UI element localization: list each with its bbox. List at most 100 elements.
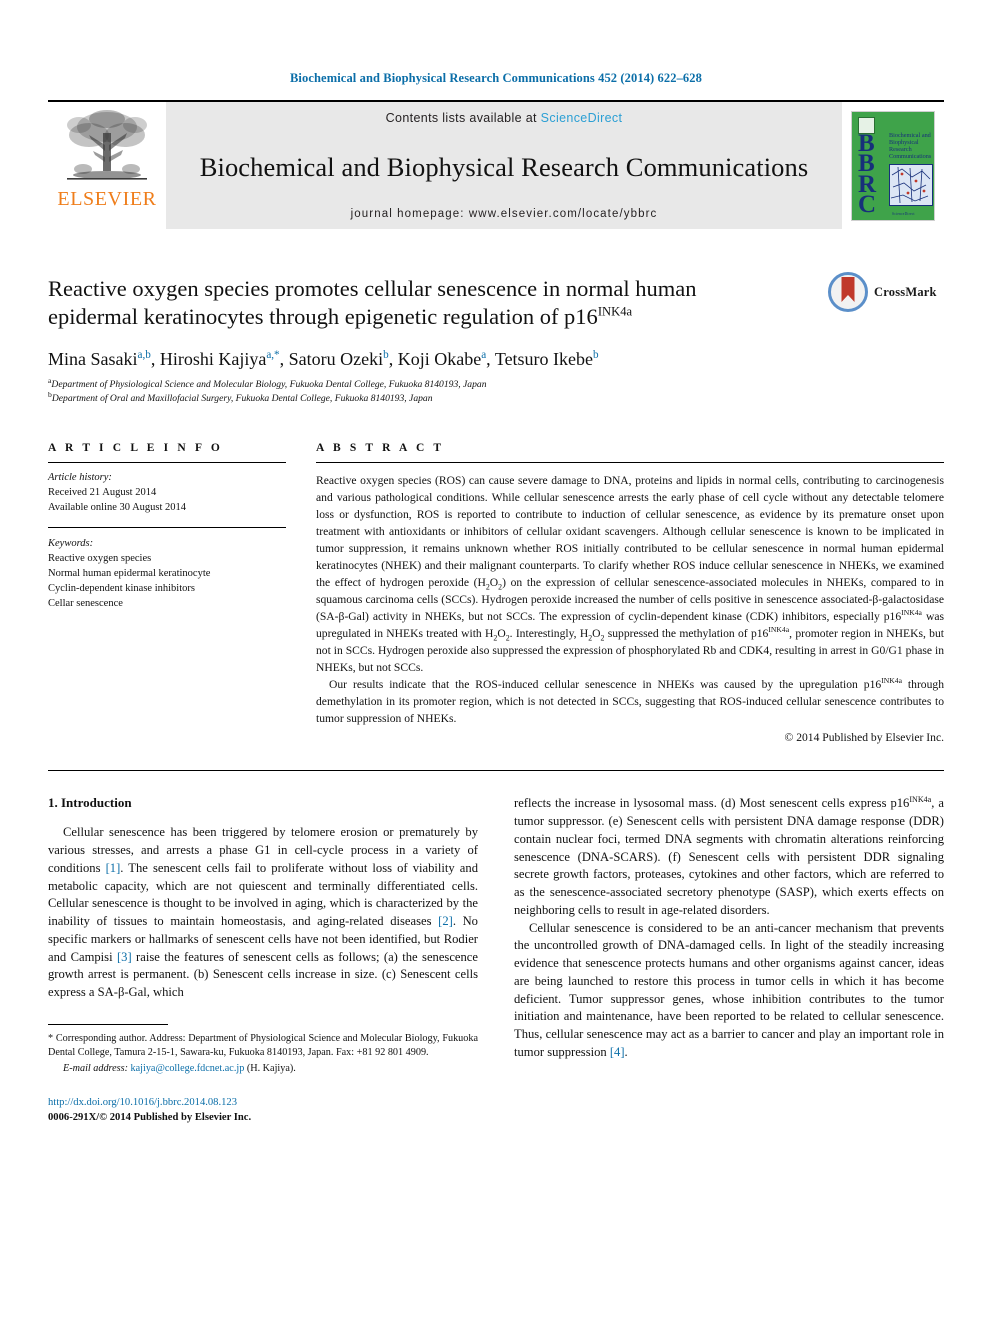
affiliation-text: Department of Physiological Science and … xyxy=(51,379,487,391)
keywords-label: Keywords: xyxy=(48,537,94,549)
abstract-text: O xyxy=(497,627,506,641)
abstract-paragraph: Our results indicate that the ROS-induce… xyxy=(316,676,944,727)
footnote-divider xyxy=(48,1023,168,1025)
journal-title: Biochemical and Biophysical Research Com… xyxy=(199,152,809,182)
section-heading-introduction: 1. Introduction xyxy=(48,795,132,811)
author-sep: , xyxy=(279,348,289,369)
abstract-sup: INK4a xyxy=(881,676,902,686)
article-info-heading: A R T I C L E I N F O xyxy=(48,441,223,454)
author-name: Hiroshi Kajiya xyxy=(159,348,267,369)
abstract-body: Reactive oxygen species (ROS) can cause … xyxy=(316,472,944,727)
corresponding-author-text: * Corresponding author. Address: Departm… xyxy=(48,1032,478,1059)
masthead-center: Contents lists available at ScienceDirec… xyxy=(166,102,842,229)
article-history-item: Available online 30 August 2014 xyxy=(48,502,187,514)
body-columns: 1. Introduction Cellular senescence has … xyxy=(48,795,944,1125)
abstract-sup: INK4a xyxy=(768,625,790,635)
crossmark-icon xyxy=(828,272,868,312)
cover-footer-text: ScienceDirect xyxy=(892,211,915,216)
title-block: Reactive oxygen species promotes cellula… xyxy=(48,272,944,332)
affiliation-item: aDepartment of Physiological Science and… xyxy=(48,377,944,392)
citation-ref[interactable]: [3] xyxy=(117,950,132,964)
author-affil-mark: a,* xyxy=(266,348,280,361)
abstract-text: suppressed the methylation of p16 xyxy=(604,627,769,641)
elsevier-logo: ELSEVIER xyxy=(48,102,166,229)
contents-prefix: Contents lists available at xyxy=(385,111,541,125)
body-column-right: reflects the increase in lysosomal mass.… xyxy=(514,795,944,1125)
issn-copyright: 0006-291X/© 2014 Published by Elsevier I… xyxy=(48,1112,252,1124)
intro-paragraph-right-1: reflects the increase in lysosomal mass.… xyxy=(514,795,944,919)
doi-link[interactable]: http://dx.doi.org/10.1016/j.bbrc.2014.08… xyxy=(48,1095,478,1110)
divider xyxy=(48,526,286,528)
abstract-copyright: © 2014 Published by Elsevier Inc. xyxy=(784,731,944,745)
abstract-text: O xyxy=(489,576,499,590)
author-name: Satoru Ozeki xyxy=(288,348,384,369)
corresponding-author-note: * Corresponding author. Address: Departm… xyxy=(48,1032,478,1061)
email-label: E-mail address: xyxy=(63,1063,128,1075)
cover-artwork xyxy=(889,163,933,206)
author-name: Tetsuro Ikebe xyxy=(494,348,594,369)
abstract-paragraph: Reactive oxygen species (ROS) can cause … xyxy=(316,472,944,676)
footnote-block: * Corresponding author. Address: Departm… xyxy=(48,1023,478,1126)
body-text: , a tumor suppressor. (e) Senescent cell… xyxy=(514,796,944,917)
body-column-left: 1. Introduction Cellular senescence has … xyxy=(48,795,478,1125)
keyword-item: Cyclin-dependent kinase inhibitors xyxy=(48,583,195,595)
author-sep: , xyxy=(150,348,160,369)
citation-ref[interactable]: [2] xyxy=(438,914,453,928)
affiliation-item: bDepartment of Oral and Maxillofacial Su… xyxy=(48,390,944,406)
contents-available-line: Contents lists available at ScienceDirec… xyxy=(386,111,623,125)
author-affil-mark: b xyxy=(593,348,599,361)
abstract-text: . Interestingly, H xyxy=(509,627,589,641)
citation-ref[interactable]: [1] xyxy=(106,861,121,875)
info-abstract-row: A R T I C L E I N F O Article history: R… xyxy=(48,442,944,744)
citation-ref[interactable]: [4] xyxy=(610,1045,625,1059)
cover-journal-title: Biochemical and Biophysical Research Com… xyxy=(889,131,932,161)
article-history-item: Received 21 August 2014 xyxy=(48,487,157,499)
article-title-superscript: INK4a xyxy=(597,304,633,319)
page-title: Reactive oxygen species promotes cellula… xyxy=(48,275,824,332)
abstract-column: A B S T R A C T Reactive oxygen species … xyxy=(316,442,944,744)
affiliation-list: aDepartment of Physiological Science and… xyxy=(48,377,944,406)
cover-molecule-graphic xyxy=(890,166,931,203)
intro-paragraph-right-2: Cellular senescence is considered to be … xyxy=(514,920,944,1062)
author-name: Mina Sasaki xyxy=(48,348,138,369)
elsevier-wordmark: ELSEVIER xyxy=(57,188,157,210)
author-sep: , xyxy=(388,348,398,369)
crossmark-badge-group[interactable]: CrossMark xyxy=(828,269,944,315)
running-head: Biochemical and Biophysical Research Com… xyxy=(290,71,702,85)
journal-cover-thumbnail: BBRC Biochemical and Biophysical Researc… xyxy=(842,102,944,229)
article-history-label: Article history: xyxy=(48,471,112,483)
article-title-line1: Reactive oxygen species promotes cellula… xyxy=(48,276,697,301)
abstract-text: Reactive oxygen species (ROS) can cause … xyxy=(316,473,944,590)
elsevier-tree-icon xyxy=(67,110,147,180)
article-title-line2: epidermal keratinocytes through epigenet… xyxy=(48,304,598,330)
email-link[interactable]: kajiya@college.fdcnet.ac.jp xyxy=(131,1063,245,1074)
intro-paragraph-left: Cellular senescence has been triggered b… xyxy=(48,824,478,1002)
keyword-item: Normal human epidermal keratinocyte xyxy=(48,567,211,579)
author-affil-mark: a,b xyxy=(137,348,151,361)
affiliation-text: Department of Oral and Maxillofacial Sur… xyxy=(51,392,433,404)
journal-homepage[interactable]: journal homepage: www.elsevier.com/locat… xyxy=(351,208,658,220)
journal-article-page: Biochemical and Biophysical Research Com… xyxy=(0,0,992,1323)
abstract-sup: INK4a xyxy=(901,608,922,618)
body-text: reflects the increase in lysosomal mass.… xyxy=(514,796,910,811)
journal-masthead: ELSEVIER Contents lists available at Sci… xyxy=(48,100,944,229)
article-history: Article history: Received 21 August 2014… xyxy=(48,470,286,516)
body-text: . xyxy=(624,1044,628,1059)
abstract-text: Our results indicate that the ROS-induce… xyxy=(329,678,882,692)
author-list: Mina Sasakia,b, Hiroshi Kajiyaa,*, Sator… xyxy=(48,348,944,371)
email-owner: (H. Kajiya). xyxy=(246,1063,296,1075)
abstract-heading: A B S T R A C T xyxy=(316,441,445,454)
author-name: Koji Okabe xyxy=(397,348,482,369)
keyword-item: Cellar senescence xyxy=(48,598,123,610)
article-info-column: A R T I C L E I N F O Article history: R… xyxy=(48,442,286,744)
bbrc-cover: BBRC Biochemical and Biophysical Researc… xyxy=(851,110,935,221)
sciencedirect-link[interactable]: ScienceDirect xyxy=(541,111,623,125)
email-note: E-mail address: kajiya@college.fdcnet.ac… xyxy=(48,1062,478,1076)
cover-bbrc-letters: BBRC xyxy=(858,129,876,218)
keyword-item: Reactive oxygen species xyxy=(48,552,152,564)
doi-block: http://dx.doi.org/10.1016/j.bbrc.2014.08… xyxy=(48,1095,478,1126)
crossmark-label: CrossMark xyxy=(874,284,937,299)
divider xyxy=(48,770,944,772)
body-sup: INK4a xyxy=(909,795,932,805)
divider xyxy=(48,461,286,463)
